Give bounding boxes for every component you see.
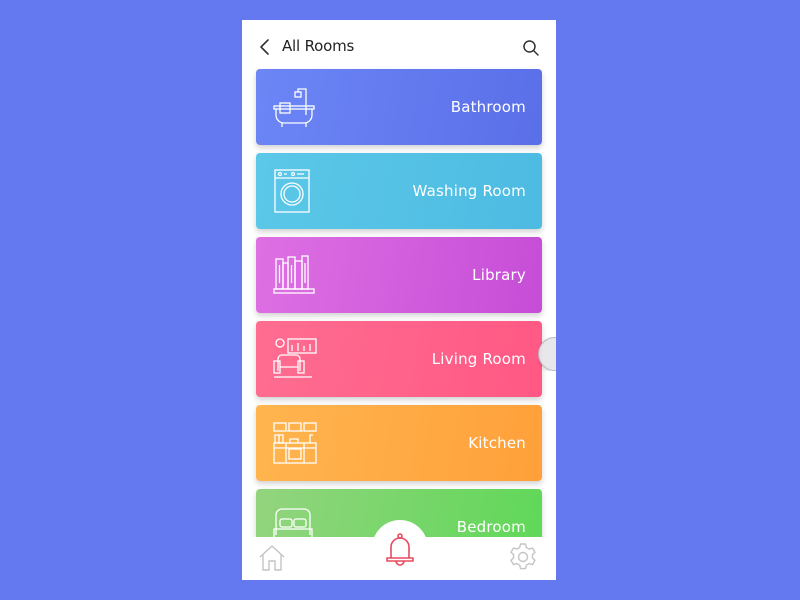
bathtub-icon	[273, 88, 315, 127]
page-title: All Rooms	[282, 37, 355, 55]
room-label: Kitchen	[468, 434, 526, 452]
room-label: Living Room	[431, 350, 526, 368]
sofa-icon	[273, 338, 317, 378]
room-card-bathroom[interactable]: Bathroom	[256, 69, 542, 145]
phone-screen: All Rooms Bathroom Washing Room Library …	[242, 20, 556, 580]
room-label: Bathroom	[450, 98, 526, 116]
room-label: Bedroom	[456, 518, 526, 536]
books-icon	[273, 255, 315, 294]
room-card-kitchen[interactable]: Kitchen	[256, 405, 542, 481]
bell-icon[interactable]	[384, 532, 416, 568]
room-card-living-room[interactable]: Living Room	[256, 321, 542, 397]
room-label: Washing Room	[412, 182, 526, 200]
touch-indicator	[538, 337, 556, 371]
room-label: Library	[472, 266, 526, 284]
room-card-washing-room[interactable]: Washing Room	[256, 153, 542, 229]
washing-machine-icon	[274, 169, 310, 213]
search-icon[interactable]	[522, 39, 540, 57]
room-card-library[interactable]: Library	[256, 237, 542, 313]
room-list: Bathroom Washing Room Library Living Roo…	[256, 69, 542, 573]
gear-icon[interactable]	[508, 542, 538, 572]
app-header: All Rooms	[242, 20, 556, 70]
chevron-left-icon[interactable]	[258, 38, 272, 56]
home-icon[interactable]	[258, 544, 286, 572]
kitchen-icon	[273, 422, 317, 464]
